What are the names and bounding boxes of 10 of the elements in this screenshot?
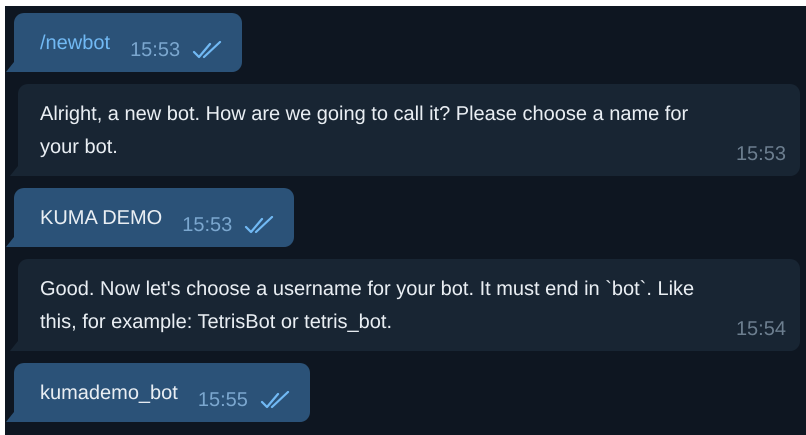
message-time: 15:53 xyxy=(736,142,786,167)
message-text: Alright, a new bot. How are we going to call it? Please choose a name for your bot. xyxy=(40,102,690,160)
message-time: 15:53 xyxy=(130,38,180,63)
message-time: 15:54 xyxy=(736,317,786,342)
message-text: Good. Now let's choose a username for your bot. It must end in `bot`. Like this, for example: TetrisBot or tetris_bot. xyxy=(40,277,696,335)
message-text: KUMA DEMO xyxy=(40,206,162,231)
command-link[interactable]: /newbot xyxy=(40,27,110,60)
message-time: 15:55 xyxy=(198,388,248,413)
message-time: 15:53 xyxy=(182,213,232,238)
message-text: kumademo_bot xyxy=(40,381,178,406)
